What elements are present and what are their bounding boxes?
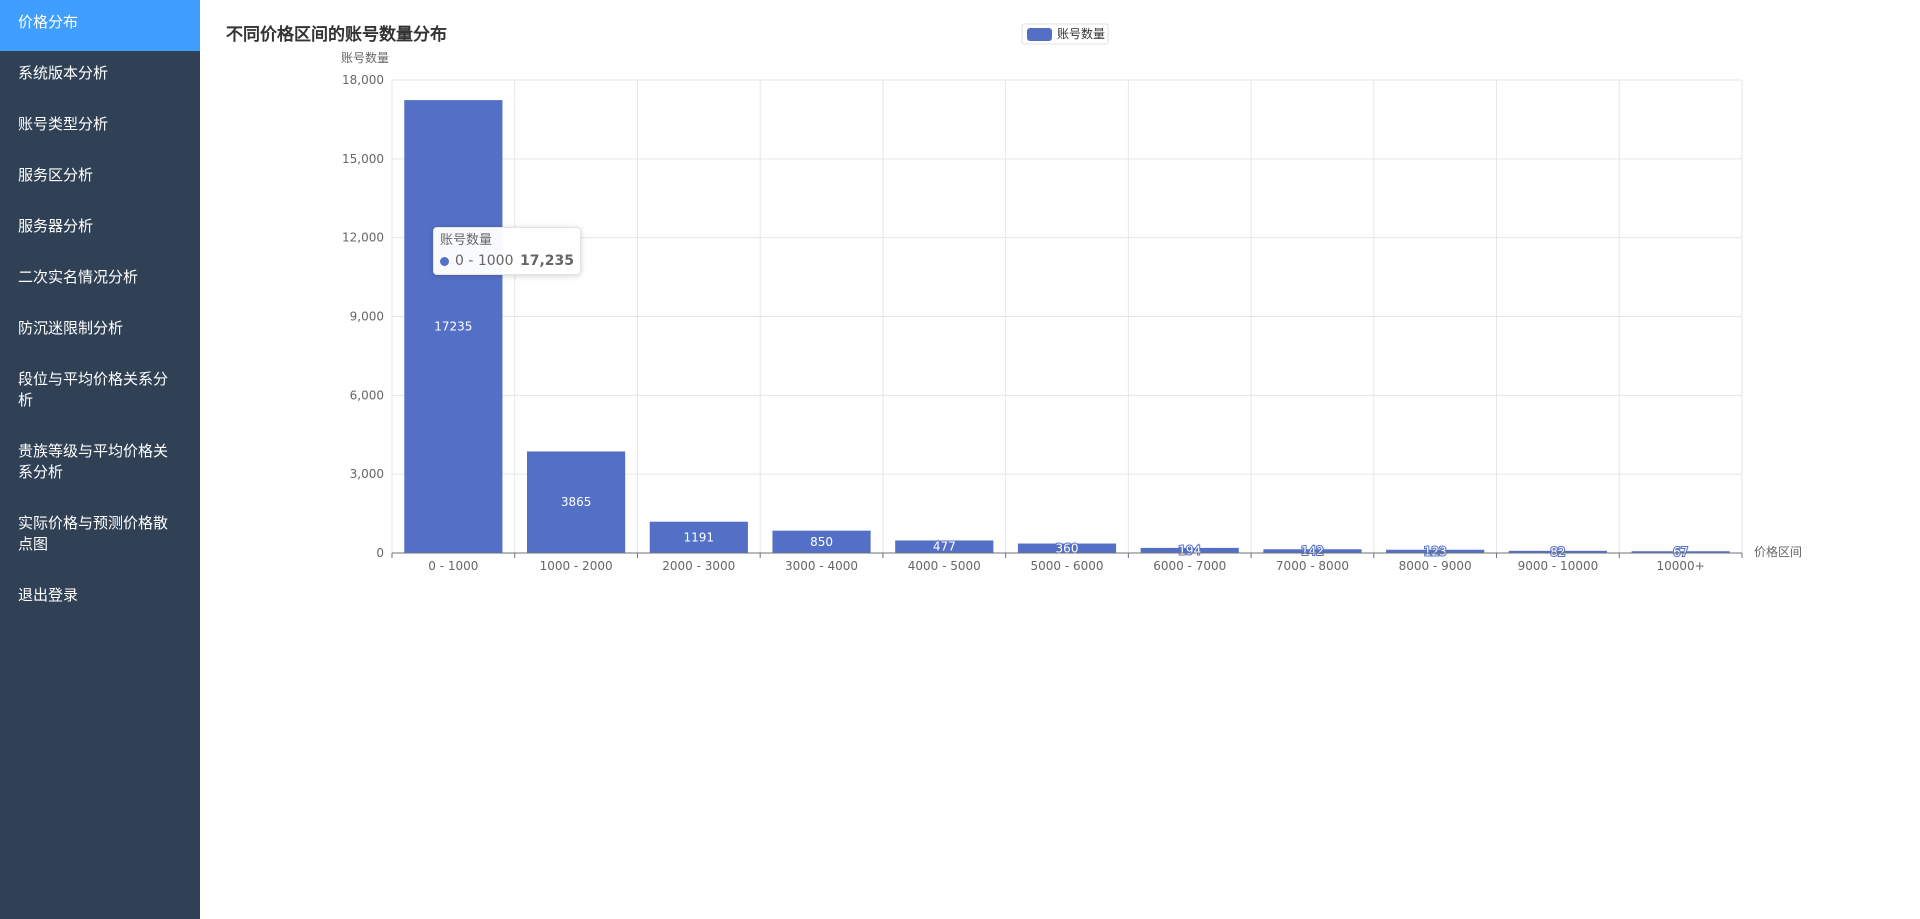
bar-chart: 不同价格区间的账号数量分布 账号数量账号数量03,0006,0009,00012,… xyxy=(226,23,1802,573)
chart-tooltip: 账号数量 0 - 1000 17,235 xyxy=(433,227,581,275)
bar-data-label: 142 xyxy=(1301,544,1324,558)
chart-title: 不同价格区间的账号数量分布 xyxy=(226,24,447,45)
sidebar-item-noble-price[interactable]: 贵族等级与平均价格关系分析 xyxy=(0,429,200,501)
x-tick-label: 10000+ xyxy=(1657,559,1705,573)
bar-data-label: 3865 xyxy=(561,495,592,509)
x-tick-label: 8000 - 9000 xyxy=(1399,559,1472,573)
sidebar-item-real-name[interactable]: 二次实名情况分析 xyxy=(0,255,200,306)
sidebar-item-server[interactable]: 服务器分析 xyxy=(0,204,200,255)
tooltip-value: 17,235 xyxy=(519,253,574,269)
sidebar-item-price-distribution[interactable]: 价格分布 xyxy=(0,0,200,51)
y-axis-label: 账号数量 xyxy=(341,50,389,65)
tooltip-series-name: 账号数量 xyxy=(440,233,493,248)
x-tick-label: 3000 - 4000 xyxy=(785,559,858,573)
sidebar-item-logout[interactable]: 退出登录 xyxy=(0,573,200,624)
bar-data-label: 477 xyxy=(933,540,956,554)
bar-data-label: 850 xyxy=(810,535,833,549)
sidebar-item-account-type[interactable]: 账号类型分析 xyxy=(0,102,200,153)
bar-data-label: 1191 xyxy=(684,530,715,544)
tooltip-row: 0 - 1000 17,235 xyxy=(440,251,574,271)
y-tick-label: 3,000 xyxy=(350,467,384,481)
tooltip-dot-icon xyxy=(440,256,449,266)
sidebar-item-service-region[interactable]: 服务区分析 xyxy=(0,153,200,204)
x-tick-label: 4000 - 5000 xyxy=(908,559,981,573)
tooltip-category: 0 - 1000 xyxy=(455,253,514,269)
main-content: 不同价格区间的账号数量分布 账号数量 账号数量 0 3,000 6,000 9,000 12,… xyxy=(200,0,1920,919)
x-tick-label: 6000 - 7000 xyxy=(1153,559,1226,573)
bar-data-label: 17235 xyxy=(434,320,472,334)
legend-swatch xyxy=(1027,28,1052,41)
sidebar-item-system-version[interactable]: 系统版本分析 xyxy=(0,51,200,102)
y-tick-label: 18,000 xyxy=(342,73,384,87)
bar-data-label: 82 xyxy=(1550,545,1565,559)
bar-data-label: 123 xyxy=(1424,544,1447,558)
x-tick-label: 0 - 1000 xyxy=(428,559,478,573)
bar-data-label: 67 xyxy=(1673,545,1688,559)
x-tick-label: 1000 - 2000 xyxy=(540,559,613,573)
bar-data-label: 194 xyxy=(1178,543,1201,557)
sidebar-item-rank-price[interactable]: 段位与平均价格关系分析 xyxy=(0,357,200,429)
x-tick-label: 9000 - 10000 xyxy=(1518,559,1599,573)
y-tick-label: 15,000 xyxy=(342,152,384,166)
x-tick-label: 5000 - 6000 xyxy=(1030,559,1103,573)
x-tick-label: 7000 - 8000 xyxy=(1276,559,1349,573)
y-tick-label: 6,000 xyxy=(350,388,384,402)
x-tick-label: 2000 - 3000 xyxy=(662,559,735,573)
y-tick-label: 9,000 xyxy=(350,310,384,324)
app: 价格分布 系统版本分析 账号类型分析 服务区分析 服务器分析 二次实名情况分析 … xyxy=(0,0,1920,919)
legend-label: 账号数量 xyxy=(1057,26,1105,41)
x-axis-label: 价格区间 xyxy=(1754,544,1802,559)
sidebar-item-anti-addiction[interactable]: 防沉迷限制分析 xyxy=(0,306,200,357)
y-tick-label: 0 xyxy=(376,546,384,560)
sidebar: 价格分布 系统版本分析 账号类型分析 服务区分析 服务器分析 二次实名情况分析 … xyxy=(0,0,200,919)
sidebar-item-price-scatter[interactable]: 实际价格与预测价格散点图 xyxy=(0,501,200,573)
y-tick-label: 12,000 xyxy=(342,231,384,245)
